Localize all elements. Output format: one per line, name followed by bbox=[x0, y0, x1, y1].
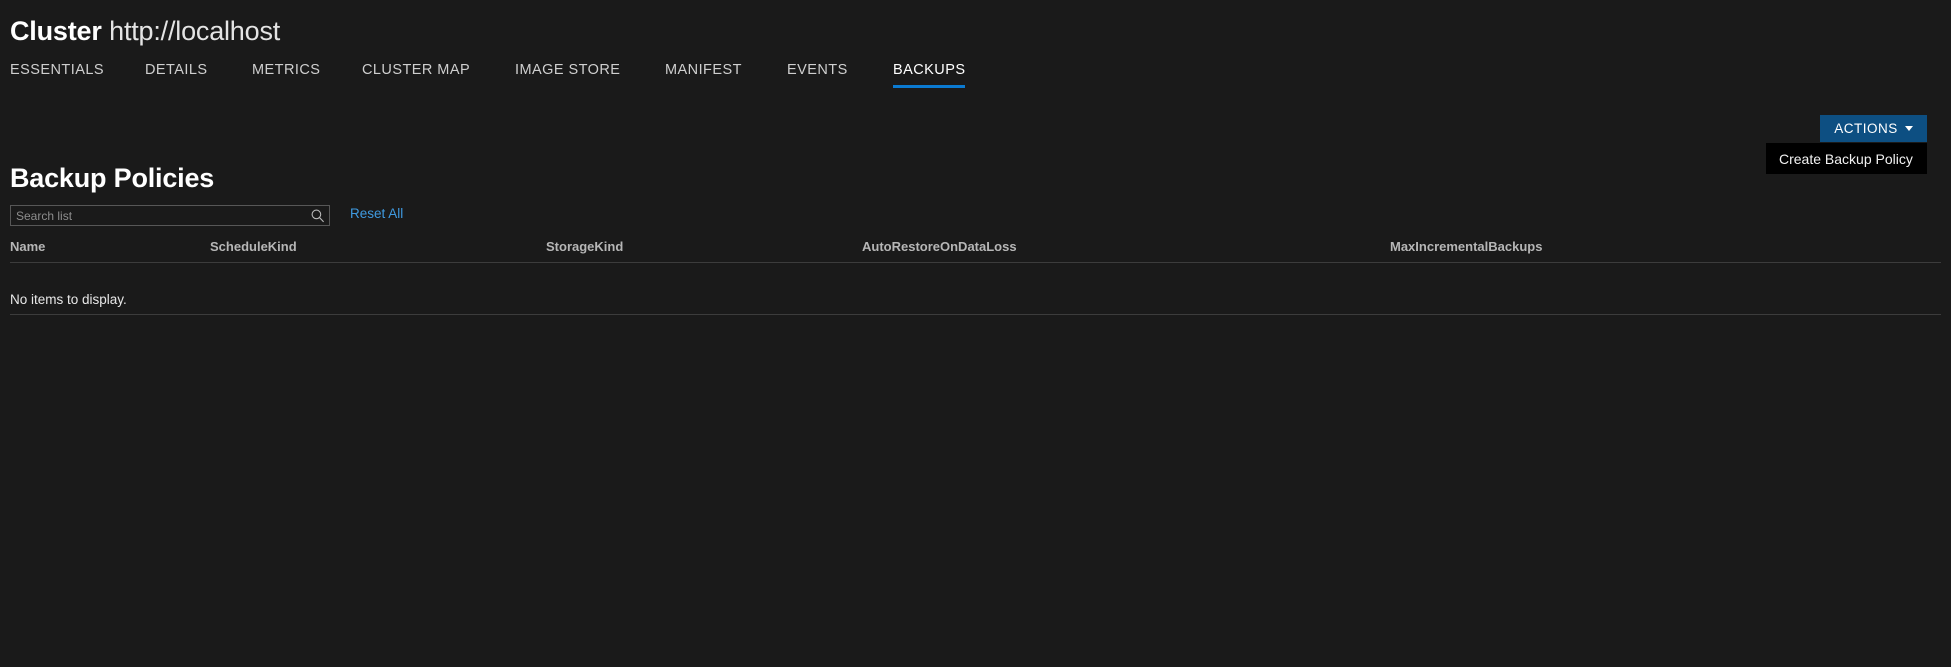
reset-all-link[interactable]: Reset All bbox=[350, 206, 403, 221]
column-header-name[interactable]: Name bbox=[10, 239, 45, 254]
tab-cluster-map[interactable]: CLUSTER MAP bbox=[362, 60, 470, 88]
menu-item-create-backup-policy[interactable]: Create Backup Policy bbox=[1766, 143, 1927, 174]
menu-item-label: Create Backup Policy bbox=[1779, 150, 1913, 167]
tab-manifest[interactable]: MANIFEST bbox=[665, 60, 742, 88]
search-icon[interactable] bbox=[310, 208, 326, 224]
column-header-storagekind[interactable]: StorageKind bbox=[546, 239, 623, 254]
tab-metrics[interactable]: METRICS bbox=[252, 60, 320, 88]
tab-image-store[interactable]: IMAGE STORE bbox=[515, 60, 620, 88]
table-header-divider bbox=[10, 262, 1941, 263]
search-input[interactable] bbox=[11, 206, 305, 225]
actions-dropdown-menu: Create Backup Policy bbox=[1766, 143, 1927, 174]
tab-backups[interactable]: BACKUPS bbox=[893, 60, 966, 88]
backup-policies-table: Name ScheduleKind StorageKind AutoRestoreOn… bbox=[0, 236, 1941, 315]
table-body-divider bbox=[10, 314, 1941, 315]
actions-button-label: ACTIONS bbox=[1834, 121, 1898, 136]
page-title: Cluster http://localhost bbox=[10, 14, 280, 48]
tab-essentials[interactable]: ESSENTIALS bbox=[10, 60, 104, 88]
column-header-autorestoreondataloss[interactable]: AutoRestoreOnDataLoss bbox=[862, 239, 1017, 254]
column-header-maxincrementalbackups[interactable]: MaxIncrementalBackups bbox=[1390, 239, 1542, 254]
search-row: Reset All bbox=[10, 205, 403, 226]
table-empty-message: No items to display. bbox=[10, 292, 127, 307]
page-title-resource-url: http://localhost bbox=[109, 16, 281, 46]
column-header-schedulekind[interactable]: ScheduleKind bbox=[210, 239, 297, 254]
tab-details[interactable]: DETAILS bbox=[145, 60, 208, 88]
table-header-row: Name ScheduleKind StorageKind AutoRestoreOn… bbox=[0, 236, 1941, 263]
actions-button[interactable]: ACTIONS bbox=[1820, 115, 1927, 142]
chevron-down-icon bbox=[1904, 126, 1913, 131]
page-title-resource-type: Cluster bbox=[10, 16, 102, 46]
search-box[interactable] bbox=[10, 205, 330, 226]
section-title: Backup Policies bbox=[10, 163, 215, 193]
tab-events[interactable]: EVENTS bbox=[787, 60, 848, 88]
tab-bar: ESSENTIALS DETAILS METRICS CLUSTER MAP IMAGE… bbox=[0, 60, 1951, 90]
